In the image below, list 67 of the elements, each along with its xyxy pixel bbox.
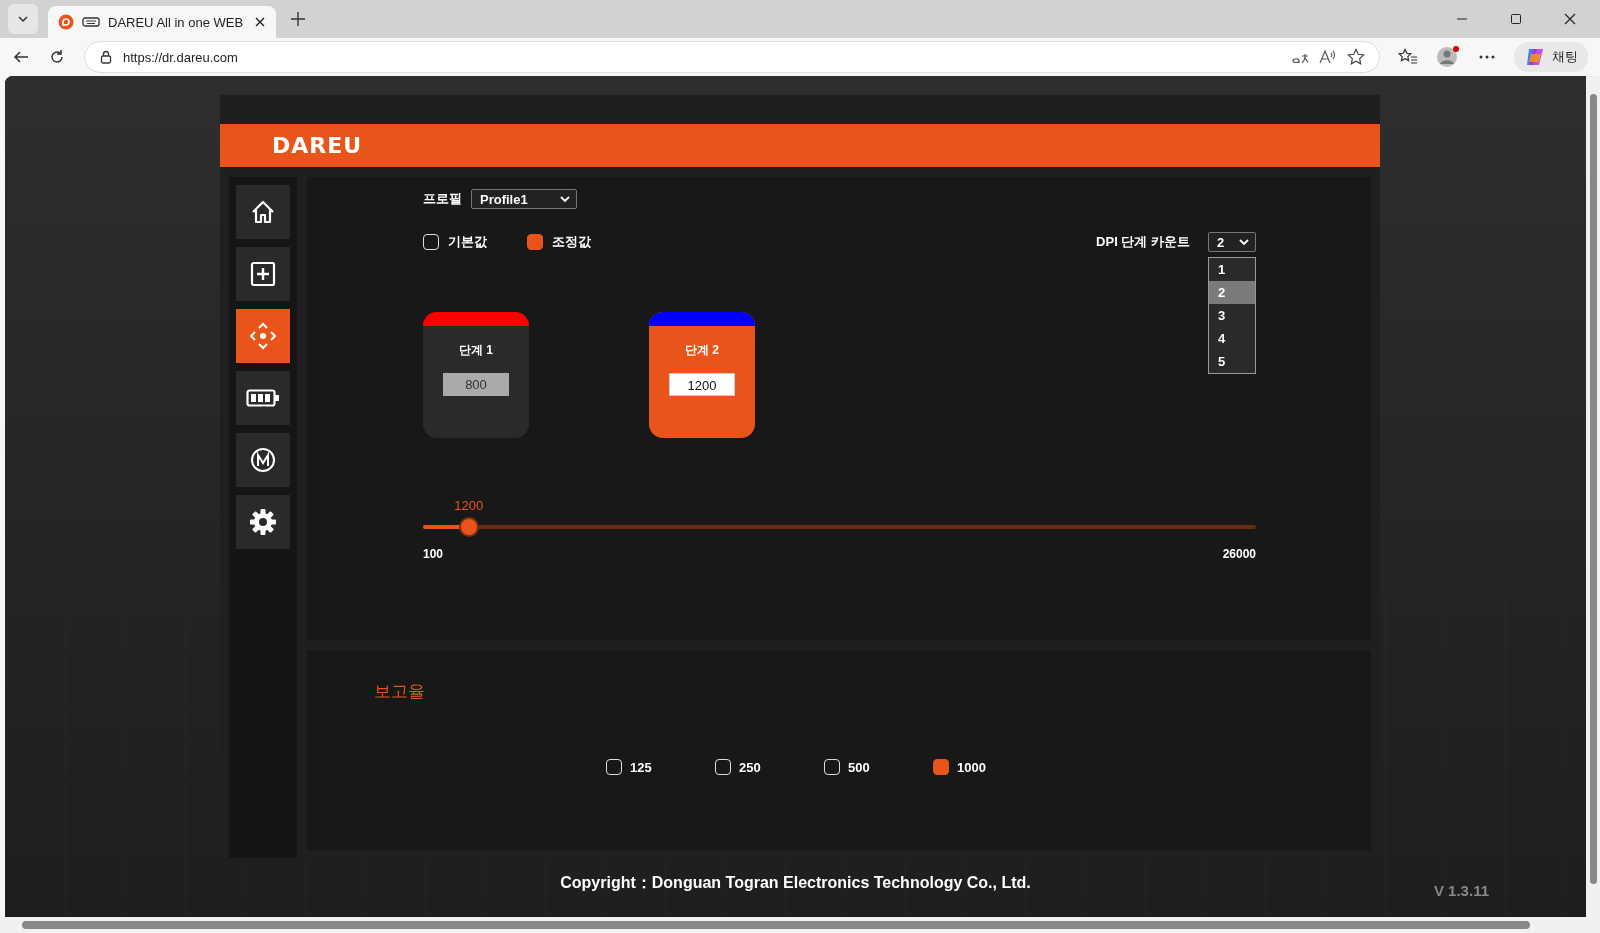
reload-icon[interactable] xyxy=(48,48,66,66)
nav-button[interactable] xyxy=(236,185,290,239)
dpi-stage-card[interactable]: 단계 1 800 xyxy=(423,312,529,438)
home-icon xyxy=(250,199,276,225)
dpi-input[interactable]: 1200 xyxy=(669,373,735,396)
tab-list-button[interactable] xyxy=(8,4,38,34)
read-aloud-icon[interactable] xyxy=(1319,49,1337,65)
site-logo-icon xyxy=(58,14,74,30)
version-text: V 1.3.11 xyxy=(1433,882,1489,899)
url-text: https://dr.dareu.com xyxy=(123,49,238,65)
lock-icon xyxy=(99,50,113,64)
maximize-icon[interactable] xyxy=(1510,13,1522,25)
battery-icon xyxy=(246,388,280,408)
dropdown-option[interactable]: 4 xyxy=(1209,327,1255,350)
caret-icon xyxy=(560,195,570,203)
macro-icon xyxy=(250,447,276,473)
logo: DAREU xyxy=(272,133,363,158)
checkbox[interactable] xyxy=(527,234,543,250)
chat-button[interactable]: 채팅 xyxy=(1514,42,1588,72)
option-label: 125 xyxy=(630,759,652,775)
caret-icon xyxy=(1239,238,1249,246)
copyright-text: Copyright：Donguan Togran Electronics Technology Co., Ltd. xyxy=(560,873,1031,893)
dropdown-option[interactable]: 1 xyxy=(1209,258,1255,281)
nav-button[interactable] xyxy=(236,433,290,487)
stage-label: 단계 1 xyxy=(459,342,493,359)
profile-avatar-icon[interactable] xyxy=(1436,45,1460,69)
stage-label: 단계 2 xyxy=(685,342,719,359)
profile-select[interactable]: Profile1 xyxy=(471,189,577,209)
vertical-scrollbar[interactable] xyxy=(1586,76,1600,917)
plus-box-icon xyxy=(250,261,276,287)
option-label: 1000 xyxy=(957,759,986,775)
option-label: 500 xyxy=(848,759,870,775)
nav-button[interactable] xyxy=(236,371,290,425)
dpi-slider[interactable] xyxy=(423,517,1256,537)
new-tab-icon[interactable] xyxy=(290,11,306,27)
keyboard-icon xyxy=(82,16,100,28)
dpi-stage-card[interactable]: 단계 2 1200 xyxy=(649,312,755,438)
star-icon[interactable] xyxy=(1347,48,1365,66)
tab-title: DAREU All in one WEB xyxy=(108,14,245,30)
dropdown-option[interactable]: 5 xyxy=(1209,350,1255,373)
dropdown-option[interactable]: 2 xyxy=(1209,281,1255,304)
section-title: 보고율 xyxy=(374,681,426,703)
favorites-icon[interactable] xyxy=(1398,48,1418,66)
dpi-count-select[interactable]: 2 xyxy=(1208,232,1256,252)
slider-min-label: 100 xyxy=(423,547,444,561)
copilot-icon xyxy=(1524,46,1546,68)
slider-value: 1200 xyxy=(453,498,485,513)
option-label: 250 xyxy=(739,759,761,775)
move-arrows-icon xyxy=(249,322,277,350)
horizontal-scrollbar[interactable] xyxy=(0,917,1600,933)
more-icon[interactable] xyxy=(1478,54,1496,60)
address-field[interactable]: https://dr.dareu.com xyxy=(84,41,1380,73)
dpi-count-label: DPI 단계 카운트 xyxy=(1096,233,1190,251)
close-icon[interactable] xyxy=(1564,13,1576,25)
checkbox[interactable] xyxy=(933,759,949,775)
gear-icon xyxy=(249,508,277,536)
close-icon[interactable] xyxy=(254,16,266,28)
browser-tab[interactable]: DAREU All in one WEB xyxy=(48,6,276,38)
option-label: 기본값 xyxy=(448,233,487,251)
dpi-input[interactable]: 800 xyxy=(443,373,509,396)
option-label: 조정값 xyxy=(552,233,591,251)
nav-button[interactable] xyxy=(236,247,290,301)
slider-max-label: 26000 xyxy=(1222,547,1256,561)
nav-button[interactable] xyxy=(236,495,290,549)
dropdown-option[interactable]: 3 xyxy=(1209,304,1255,327)
profile-label: 프로필 xyxy=(423,190,462,208)
slider-thumb[interactable] xyxy=(458,517,479,537)
